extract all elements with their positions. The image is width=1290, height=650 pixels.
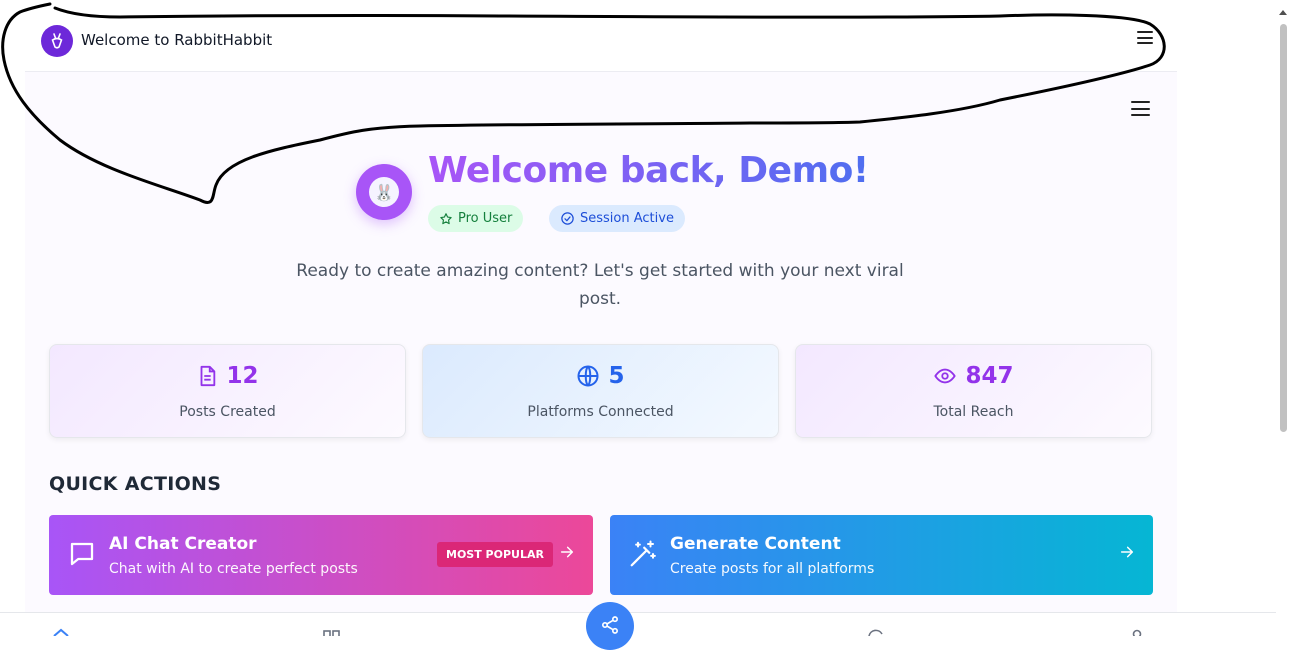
- vertical-scrollbar[interactable]: [1277, 0, 1290, 636]
- grid-icon[interactable]: [323, 628, 341, 636]
- chat-icon: [70, 542, 94, 566]
- pro-user-badge: Pro User: [428, 205, 524, 232]
- generate-content-button[interactable]: Generate Content Create posts for all pl…: [610, 515, 1153, 595]
- bottom-navigation: [0, 612, 1276, 636]
- secondary-menu-icon[interactable]: [1131, 101, 1150, 116]
- top-bar: Welcome to RabbitHabbit: [25, 14, 1177, 72]
- share-icon: [602, 616, 618, 634]
- document-icon: [201, 365, 216, 387]
- scrollbar-thumb[interactable]: [1280, 24, 1287, 432]
- ai-chat-creator-button[interactable]: AI Chat Creator Chat with AI to create p…: [49, 515, 593, 595]
- quick-actions-heading: QUICK ACTIONS: [49, 473, 222, 495]
- check-circle-icon: [561, 212, 574, 225]
- stat-value: 5: [608, 363, 625, 389]
- action-title: Generate Content: [670, 534, 841, 554]
- session-active-label: Session Active: [580, 211, 674, 226]
- profile-icon[interactable]: [1130, 628, 1144, 636]
- bunny-avatar-icon: 🐰: [369, 177, 399, 207]
- arrow-right-icon: [560, 546, 574, 558]
- stat-label: Platforms Connected: [527, 404, 674, 420]
- app-brand-title: Welcome to RabbitHabbit: [81, 31, 273, 49]
- stat-value: 12: [226, 363, 259, 389]
- stat-card-reach[interactable]: 847 Total Reach: [795, 344, 1152, 438]
- rabbit-logo-icon[interactable]: [41, 25, 73, 57]
- action-description: Chat with AI to create perfect posts: [109, 561, 358, 577]
- pro-user-label: Pro User: [458, 211, 513, 226]
- action-description: Create posts for all platforms: [670, 561, 875, 577]
- history-icon[interactable]: [866, 628, 884, 636]
- app-container: Welcome to RabbitHabbit 🐰 Welcome back, …: [25, 14, 1177, 636]
- share-button[interactable]: [586, 602, 634, 650]
- menu-icon[interactable]: [1137, 31, 1153, 44]
- most-popular-badge: MOST POPULAR: [437, 542, 553, 567]
- home-icon[interactable]: [52, 628, 70, 636]
- arrow-right-icon: [1120, 546, 1134, 558]
- stat-card-platforms[interactable]: 5 Platforms Connected: [422, 344, 779, 438]
- welcome-heading: Welcome back, Demo!: [428, 150, 869, 191]
- avatar[interactable]: 🐰: [356, 164, 412, 220]
- stat-value: 847: [965, 363, 1014, 389]
- star-icon: [440, 212, 452, 224]
- magic-wand-icon: [630, 540, 656, 567]
- session-active-badge: Session Active: [549, 205, 685, 232]
- globe-icon: [577, 365, 599, 387]
- stat-label: Total Reach: [933, 404, 1014, 420]
- stat-label: Posts Created: [179, 404, 276, 420]
- hero-subtitle: Ready to create amazing content? Let's g…: [296, 261, 904, 309]
- scroll-up-arrow-icon[interactable]: [1279, 10, 1287, 15]
- stat-card-posts[interactable]: 12 Posts Created: [49, 344, 406, 438]
- eye-icon: [934, 368, 957, 384]
- action-title: AI Chat Creator: [109, 534, 257, 554]
